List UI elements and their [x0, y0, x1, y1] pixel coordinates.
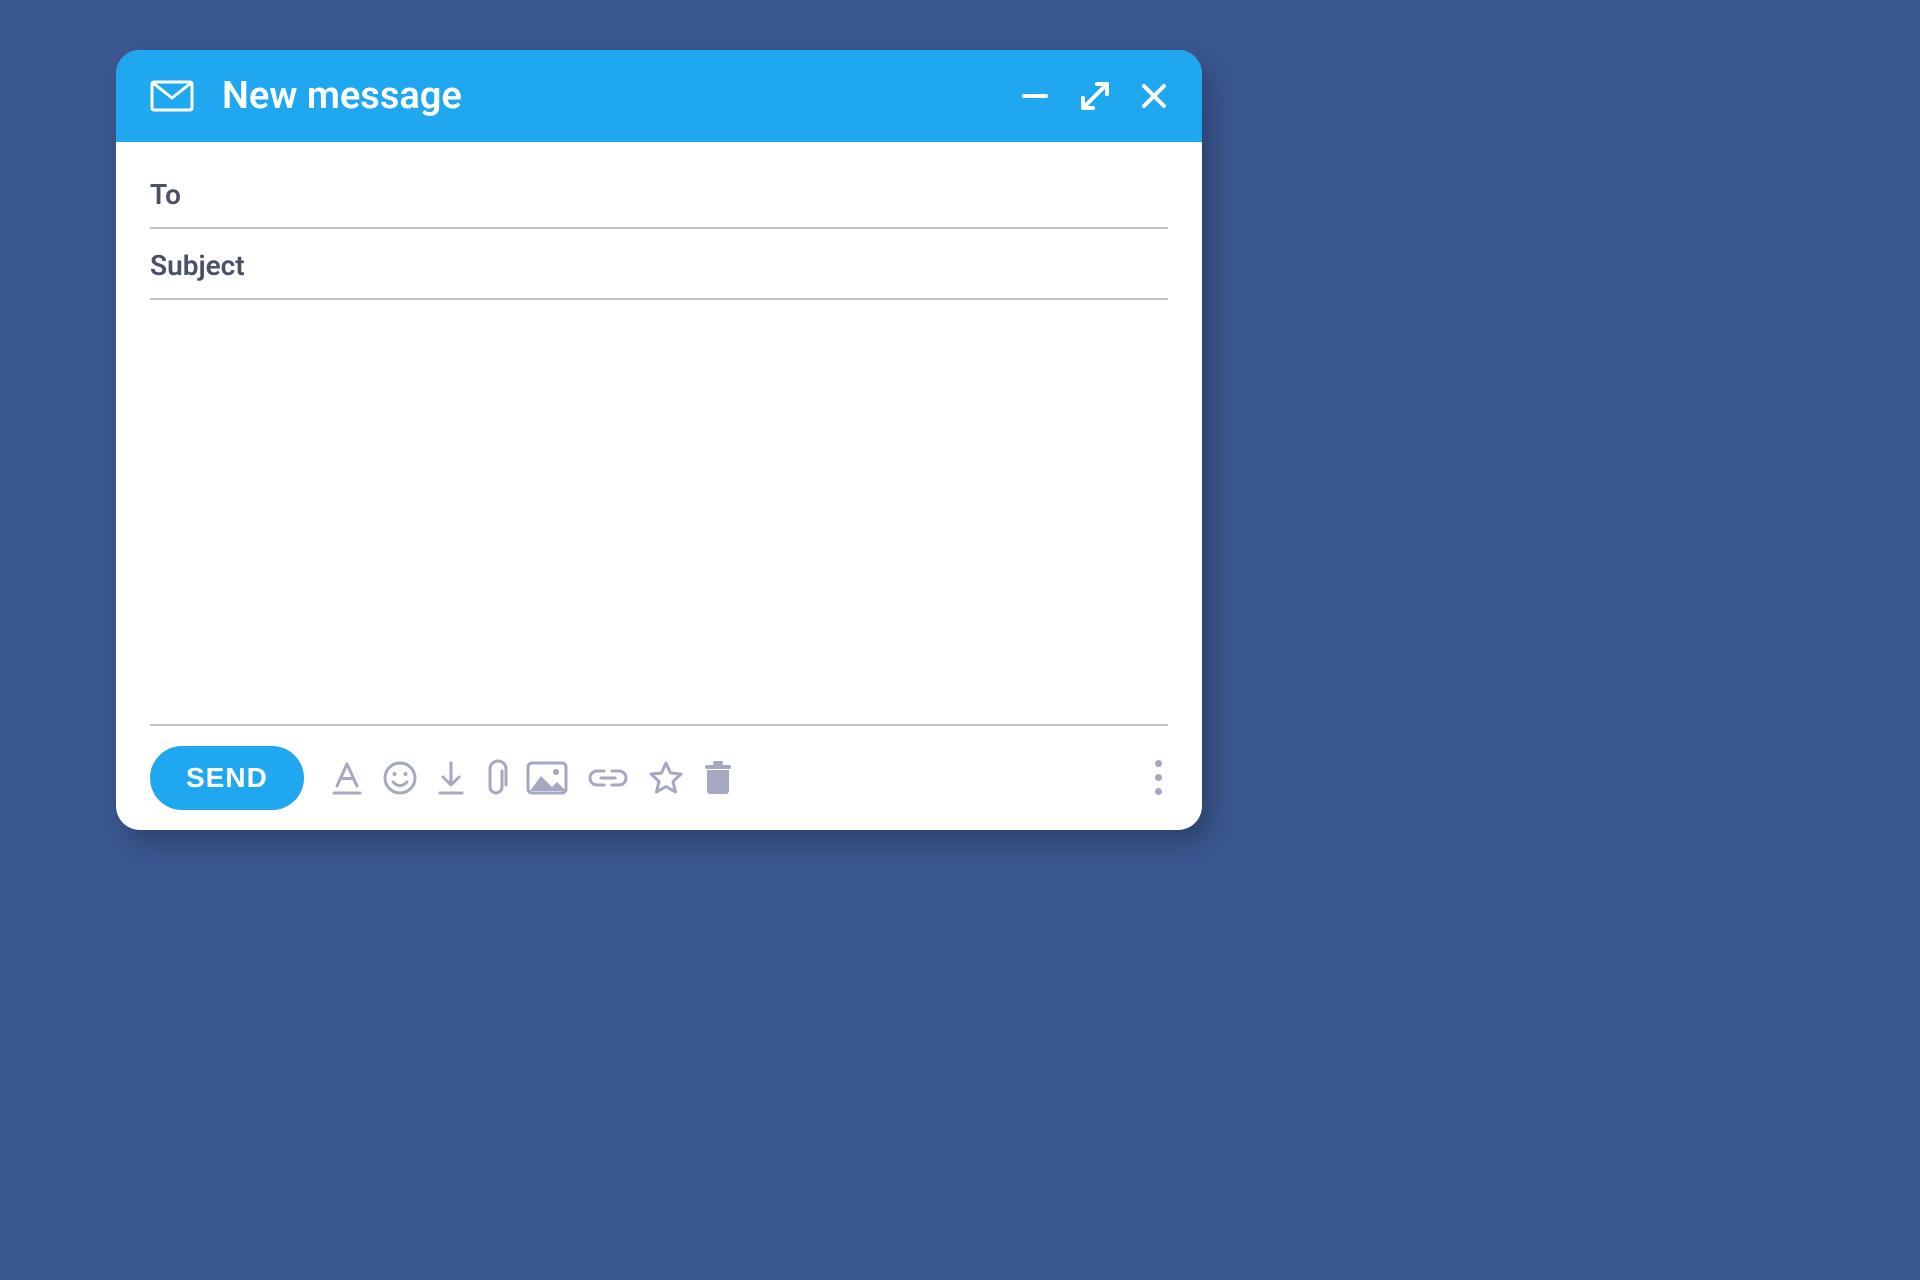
subject-field[interactable]: Subject [150, 229, 1168, 300]
download-icon[interactable] [436, 760, 466, 796]
more-options-button[interactable] [1149, 754, 1168, 801]
to-label: To [150, 178, 181, 211]
compose-window: New message [116, 50, 1202, 830]
text-format-icon[interactable] [330, 760, 364, 796]
envelope-icon [150, 80, 194, 112]
star-icon[interactable] [648, 760, 684, 796]
send-button[interactable]: SEND [150, 746, 304, 810]
trash-icon[interactable] [702, 760, 734, 796]
header-left: New message [150, 74, 462, 118]
footer-toolbar: SEND [116, 726, 1202, 830]
subject-label: Subject [150, 249, 245, 282]
more-dot-icon [1155, 788, 1162, 795]
minimize-button[interactable] [1020, 81, 1050, 111]
emoji-icon[interactable] [382, 760, 418, 796]
attachment-icon[interactable] [484, 759, 508, 797]
expand-button[interactable] [1080, 81, 1110, 111]
window-controls [1020, 81, 1168, 111]
close-button[interactable] [1140, 82, 1168, 110]
toolbar-icons [330, 759, 734, 797]
header-fields: To Subject [116, 142, 1202, 300]
link-icon[interactable] [586, 766, 630, 790]
more-dot-icon [1155, 774, 1162, 781]
image-icon[interactable] [526, 761, 568, 795]
window-title: New message [222, 74, 462, 118]
window-header: New message [116, 50, 1202, 142]
to-field[interactable]: To [150, 158, 1168, 229]
message-body[interactable] [150, 300, 1168, 726]
more-dot-icon [1155, 760, 1162, 767]
